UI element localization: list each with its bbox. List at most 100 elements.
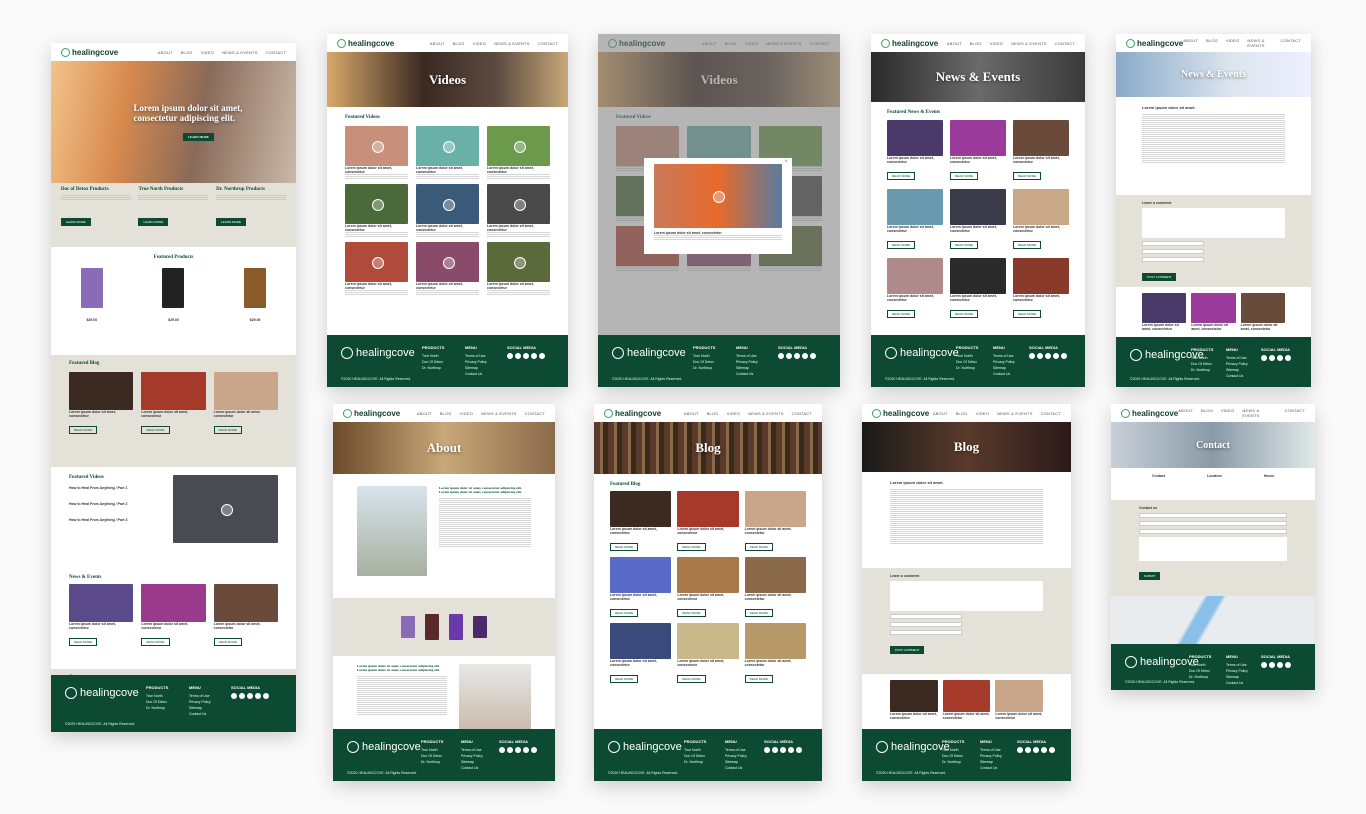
twitter-icon[interactable] xyxy=(1277,662,1283,668)
blog-thumb[interactable] xyxy=(744,623,806,659)
nav-news[interactable]: News & Events xyxy=(1247,38,1272,48)
read-more-button[interactable]: READ MORE xyxy=(610,609,639,617)
footer-link[interactable]: Dr. Northrup xyxy=(422,365,444,371)
facebook-icon[interactable] xyxy=(507,353,513,359)
close-icon[interactable]: × xyxy=(784,159,788,165)
footer-link[interactable]: Contact Us xyxy=(461,765,483,771)
footer-link[interactable]: Dr. Northrup xyxy=(956,365,978,371)
nav-video[interactable]: Video xyxy=(201,50,214,55)
nav-blog[interactable]: Blog xyxy=(440,411,452,416)
play-icon[interactable] xyxy=(513,257,526,269)
read-more-button[interactable]: READ MORE xyxy=(887,310,916,318)
hero-learn-more-button[interactable]: LEARN MORE xyxy=(183,133,214,141)
play-icon[interactable] xyxy=(513,141,526,153)
brand-logo[interactable]: healingcove xyxy=(604,408,661,418)
youtube-icon[interactable] xyxy=(1053,353,1059,359)
news-thumb[interactable] xyxy=(1013,189,1069,225)
youtube-icon[interactable] xyxy=(802,353,808,359)
product-image[interactable] xyxy=(80,268,103,308)
news-thumb[interactable] xyxy=(1013,258,1069,294)
footer-link[interactable]: Dr. Northrup xyxy=(421,759,443,765)
video-thumb[interactable] xyxy=(487,184,550,224)
nav-contact[interactable]: Contact xyxy=(266,50,286,55)
play-icon[interactable] xyxy=(220,504,233,516)
footer-link[interactable]: Contact Us xyxy=(725,765,747,771)
footer-link[interactable]: Contact Us xyxy=(189,711,211,717)
footer-logo[interactable]: healingcove xyxy=(612,347,686,359)
facebook-icon[interactable] xyxy=(1261,662,1267,668)
brand-logo[interactable]: healingcove xyxy=(343,408,400,418)
video-list-item[interactable]: How to Heal From Anything / Part 2 xyxy=(69,502,159,506)
nav-blog[interactable]: Blog xyxy=(956,411,968,416)
nav-about[interactable]: About xyxy=(933,411,948,416)
facebook-icon[interactable] xyxy=(778,353,784,359)
website-field[interactable] xyxy=(1142,257,1204,262)
video-thumb[interactable] xyxy=(416,126,479,166)
related-thumb[interactable] xyxy=(890,680,938,712)
youtube-icon[interactable] xyxy=(523,747,529,753)
brand-logo[interactable]: healingcove xyxy=(337,38,394,48)
footer-link[interactable]: Contact Us xyxy=(1226,680,1248,686)
youtube-icon[interactable] xyxy=(255,693,261,699)
nav-contact[interactable]: Contact xyxy=(1055,41,1075,46)
blog-thumb[interactable] xyxy=(610,623,672,659)
footer-link[interactable]: Contact Us xyxy=(993,371,1015,377)
read-more-button[interactable]: READ MORE xyxy=(213,638,242,646)
read-more-button[interactable]: READ MORE xyxy=(887,241,916,249)
twitter-icon[interactable] xyxy=(515,747,521,753)
nav-video[interactable]: Video xyxy=(1226,38,1239,48)
product-image[interactable] xyxy=(162,268,185,308)
facebook-icon[interactable] xyxy=(231,693,237,699)
play-icon[interactable] xyxy=(442,141,455,153)
instagram-icon[interactable] xyxy=(1269,662,1275,668)
blog-thumb[interactable] xyxy=(677,623,739,659)
nav-blog[interactable]: Blog xyxy=(1201,408,1213,418)
youtube-icon[interactable] xyxy=(1285,662,1291,668)
footer-logo[interactable]: healingcove xyxy=(876,741,950,753)
nav-blog[interactable]: Blog xyxy=(1206,38,1218,48)
related-thumb[interactable] xyxy=(1142,293,1187,323)
pinterest-icon[interactable] xyxy=(810,353,816,359)
instagram-icon[interactable] xyxy=(507,747,513,753)
footer-logo[interactable]: healingcove xyxy=(1125,656,1199,668)
twitter-icon[interactable] xyxy=(780,747,786,753)
pinterest-icon[interactable] xyxy=(263,693,269,699)
product-learn-more-button[interactable]: LEARN MORE xyxy=(60,218,91,226)
read-more-button[interactable]: READ MORE xyxy=(1013,172,1042,180)
facebook-icon[interactable] xyxy=(1029,353,1035,359)
play-icon[interactable] xyxy=(513,199,526,211)
blog-thumb[interactable] xyxy=(677,557,739,593)
comment-textarea[interactable] xyxy=(890,581,1043,611)
facebook-icon[interactable] xyxy=(764,747,770,753)
nav-blog[interactable]: Blog xyxy=(707,411,719,416)
footer-logo[interactable]: healingcove xyxy=(608,741,682,753)
footer-link[interactable]: Contact Us xyxy=(1226,373,1248,379)
product-image[interactable] xyxy=(244,268,267,308)
video-thumb[interactable] xyxy=(416,242,479,282)
footer-link[interactable]: Dr. Northrup xyxy=(1191,367,1213,373)
footer-logo[interactable]: healingcove xyxy=(347,741,421,753)
youtube-icon[interactable] xyxy=(1285,355,1291,361)
nav-video[interactable]: Video xyxy=(1221,408,1234,418)
read-more-button[interactable]: READ MORE xyxy=(69,426,98,434)
news-thumb[interactable] xyxy=(887,189,943,225)
submit-button[interactable]: SUBMIT xyxy=(1139,572,1161,580)
play-icon[interactable] xyxy=(442,199,455,211)
news-thumb[interactable] xyxy=(950,258,1006,294)
blog-thumb[interactable] xyxy=(610,491,672,527)
play-icon[interactable] xyxy=(371,141,384,153)
nav-video[interactable]: Video xyxy=(473,41,486,46)
name-field[interactable] xyxy=(1142,241,1204,246)
pinterest-icon[interactable] xyxy=(796,747,802,753)
nav-about[interactable]: About xyxy=(684,411,699,416)
instagram-icon[interactable] xyxy=(515,353,521,359)
footer-logo[interactable]: healingcove xyxy=(65,687,139,699)
name-field[interactable] xyxy=(890,614,962,619)
play-icon[interactable] xyxy=(371,199,384,211)
instagram-icon[interactable] xyxy=(772,747,778,753)
video-thumb[interactable] xyxy=(416,184,479,224)
read-more-button[interactable]: READ MORE xyxy=(744,675,773,683)
pinterest-icon[interactable] xyxy=(1049,747,1055,753)
nav-about[interactable]: About xyxy=(1183,38,1198,48)
instagram-icon[interactable] xyxy=(786,353,792,359)
